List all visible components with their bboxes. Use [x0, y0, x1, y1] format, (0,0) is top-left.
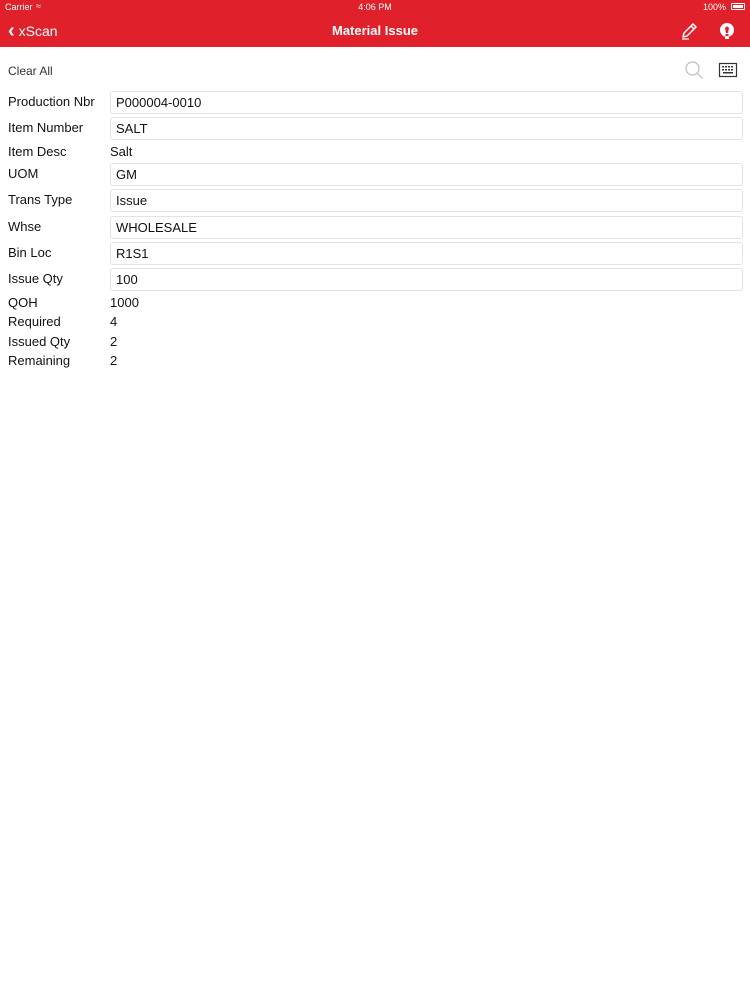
- issued-qty-label: Issued Qty: [8, 334, 71, 349]
- production-nbr-field[interactable]: P000004-0010: [110, 91, 743, 114]
- uom-label: UOM: [8, 166, 39, 181]
- status-bar: Carrier ≈ 4:06 PM 100%: [0, 0, 750, 14]
- issue-qty-field[interactable]: 100: [110, 268, 743, 291]
- item-number-label: Item Number: [8, 120, 84, 135]
- production-nbr-label: Production Nbr: [8, 94, 95, 109]
- issue-qty-label: Issue Qty: [8, 271, 63, 286]
- whse-field[interactable]: WHOLESALE: [110, 216, 743, 239]
- whse-label: Whse: [8, 219, 42, 234]
- search-icon[interactable]: [684, 60, 704, 80]
- bin-loc-field[interactable]: R1S1: [110, 242, 743, 265]
- back-label: xScan: [18, 23, 58, 39]
- trans-type-field[interactable]: Issue: [110, 189, 743, 212]
- item-desc-label: Item Desc: [8, 144, 67, 159]
- clear-all-button[interactable]: Clear All: [8, 64, 53, 78]
- required-label: Required: [8, 314, 61, 329]
- toolbar: Clear All: [0, 58, 750, 84]
- uom-field[interactable]: GM: [110, 163, 743, 186]
- back-chevron-icon: ‹: [8, 20, 15, 42]
- item-number-field[interactable]: SALT: [110, 117, 743, 140]
- remaining-value: 2: [110, 353, 118, 368]
- qoh-value: 1000: [110, 295, 139, 310]
- status-time: 4:06 PM: [358, 2, 392, 12]
- lightbulb-icon[interactable]: [717, 21, 737, 41]
- qoh-label: QOH: [8, 295, 38, 310]
- pencil-icon[interactable]: [679, 21, 699, 41]
- back-button[interactable]: ‹ xScan: [8, 20, 58, 42]
- item-desc-value: Salt: [110, 144, 133, 159]
- navigation-bar: ‹ xScan Material Issue: [0, 14, 750, 47]
- keyboard-icon[interactable]: [718, 60, 738, 80]
- battery-percent: 100%: [702, 2, 726, 12]
- remaining-label: Remaining: [8, 353, 71, 368]
- bin-loc-label: Bin Loc: [8, 245, 52, 260]
- required-value: 4: [110, 314, 118, 329]
- trans-type-label: Trans Type: [8, 192, 73, 207]
- issued-qty-value: 2: [110, 334, 118, 349]
- page-title: Material Issue: [332, 23, 418, 38]
- battery-icon: [731, 3, 745, 10]
